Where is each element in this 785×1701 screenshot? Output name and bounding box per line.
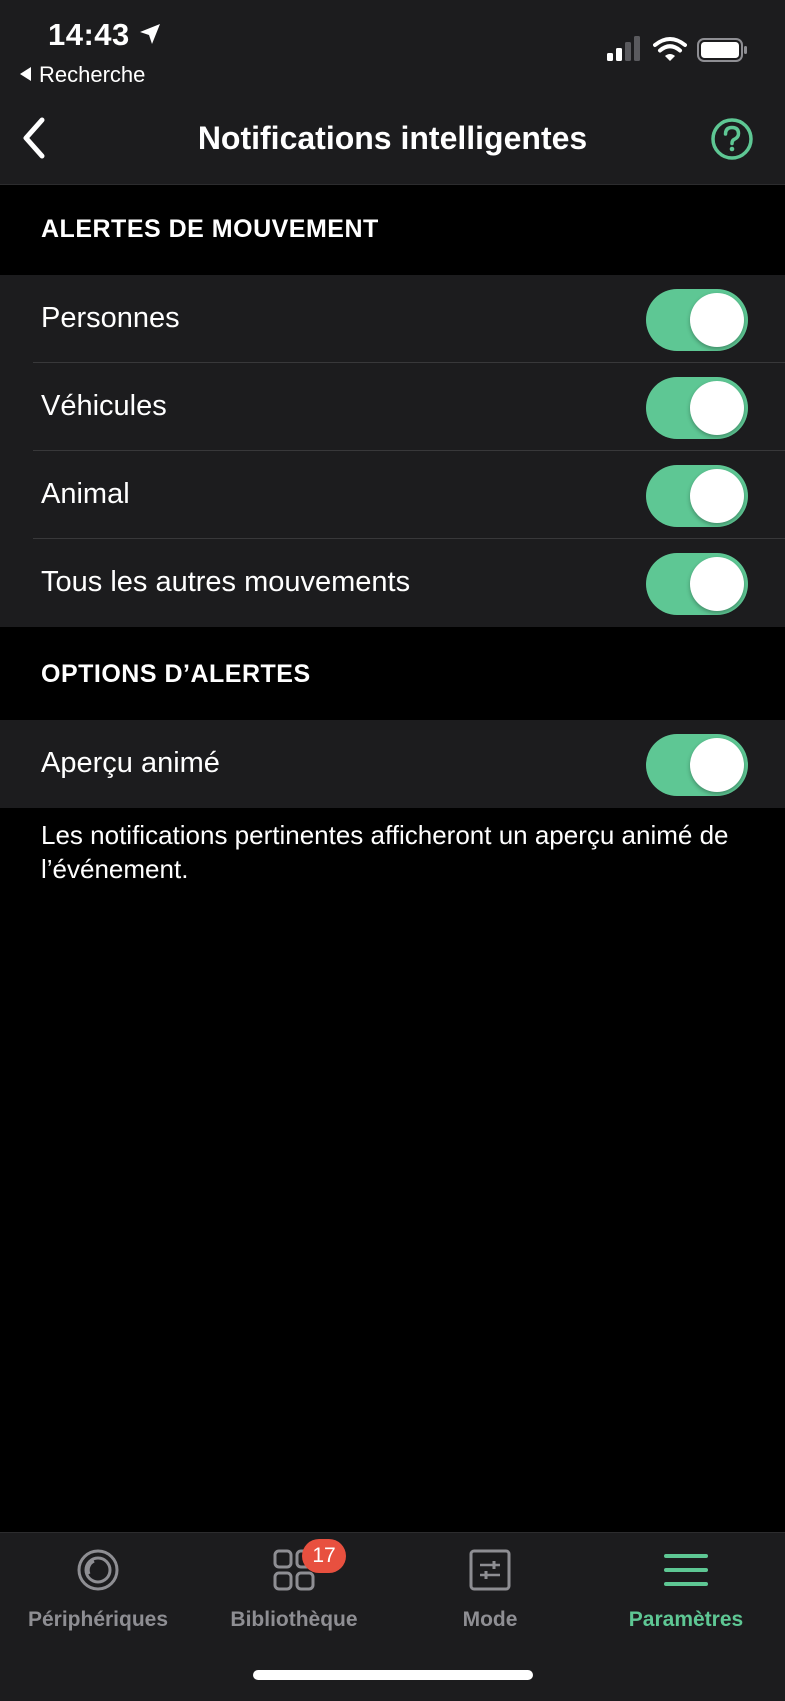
notification-badge: 17	[302, 1539, 346, 1573]
battery-icon	[697, 38, 747, 62]
section-title: ALERTES DE MOUVEMENT	[41, 215, 379, 243]
section-header-motion-alerts: ALERTES DE MOUVEMENT	[0, 185, 785, 275]
tab-label: Périphériques	[27, 1608, 169, 1631]
back-triangle-icon	[20, 67, 31, 81]
location-arrow-icon	[140, 24, 160, 44]
apercu-anime-toggle[interactable]	[646, 734, 748, 796]
row-label: Véhicules	[41, 390, 167, 422]
toggle-knob	[690, 381, 744, 435]
list-item-apercu-anime: Aperçu animé	[0, 720, 785, 808]
autres-mouvements-toggle[interactable]	[646, 553, 748, 615]
motion-alerts-group: Personnes Véhicules Animal Tous les autr…	[0, 275, 785, 627]
row-label: Animal	[41, 478, 130, 510]
status-time: 14:43	[48, 17, 130, 52]
vehicules-toggle[interactable]	[646, 377, 748, 439]
toggle-knob	[690, 293, 744, 347]
status-bar: 14:43 Recherche	[0, 0, 785, 92]
tab-parametres[interactable]: Paramètres	[588, 1533, 784, 1653]
tab-mode[interactable]: Mode	[392, 1533, 588, 1653]
home-indicator[interactable]	[253, 1670, 533, 1680]
list-item-autres-mouvements: Tous les autres mouvements	[0, 539, 785, 627]
tab-label: Mode	[462, 1608, 518, 1631]
mode-sliders-icon	[469, 1549, 511, 1591]
list-item-personnes: Personnes	[0, 275, 785, 363]
row-label: Personnes	[41, 302, 180, 334]
tab-label: Paramètres	[628, 1608, 744, 1631]
list-item-vehicules: Véhicules	[0, 363, 785, 451]
back-to-app-link[interactable]: Recherche	[20, 62, 145, 88]
section-title: OPTIONS D’ALERTES	[41, 660, 311, 688]
wifi-icon	[653, 37, 687, 61]
tab-bibliotheque[interactable]: 17 Bibliothèque	[196, 1533, 392, 1653]
tab-peripheriques[interactable]: Périphériques	[0, 1533, 196, 1653]
toggle-knob	[690, 738, 744, 792]
toggle-knob	[690, 469, 744, 523]
row-label: Aperçu animé	[41, 747, 220, 779]
help-icon[interactable]	[710, 117, 754, 161]
toggle-knob	[690, 557, 744, 611]
section-footer-note: Les notifications pertinentes afficheron…	[41, 820, 729, 884]
navigation-bar: Notifications intelligentes	[0, 92, 785, 185]
row-label: Tous les autres mouvements	[41, 566, 411, 598]
devices-icon	[77, 1549, 119, 1591]
tab-label: Bibliothèque	[230, 1608, 358, 1631]
list-item-animal: Animal	[0, 451, 785, 539]
section-header-alert-options: OPTIONS D’ALERTES	[0, 630, 785, 720]
back-app-label: Recherche	[39, 62, 146, 87]
page-title: Notifications intelligentes	[197, 120, 588, 156]
settings-menu-icon	[664, 1554, 708, 1586]
cellular-signal-icon	[607, 36, 640, 61]
alert-options-group: Aperçu animé	[0, 720, 785, 808]
animal-toggle[interactable]	[646, 465, 748, 527]
personnes-toggle[interactable]	[646, 289, 748, 351]
